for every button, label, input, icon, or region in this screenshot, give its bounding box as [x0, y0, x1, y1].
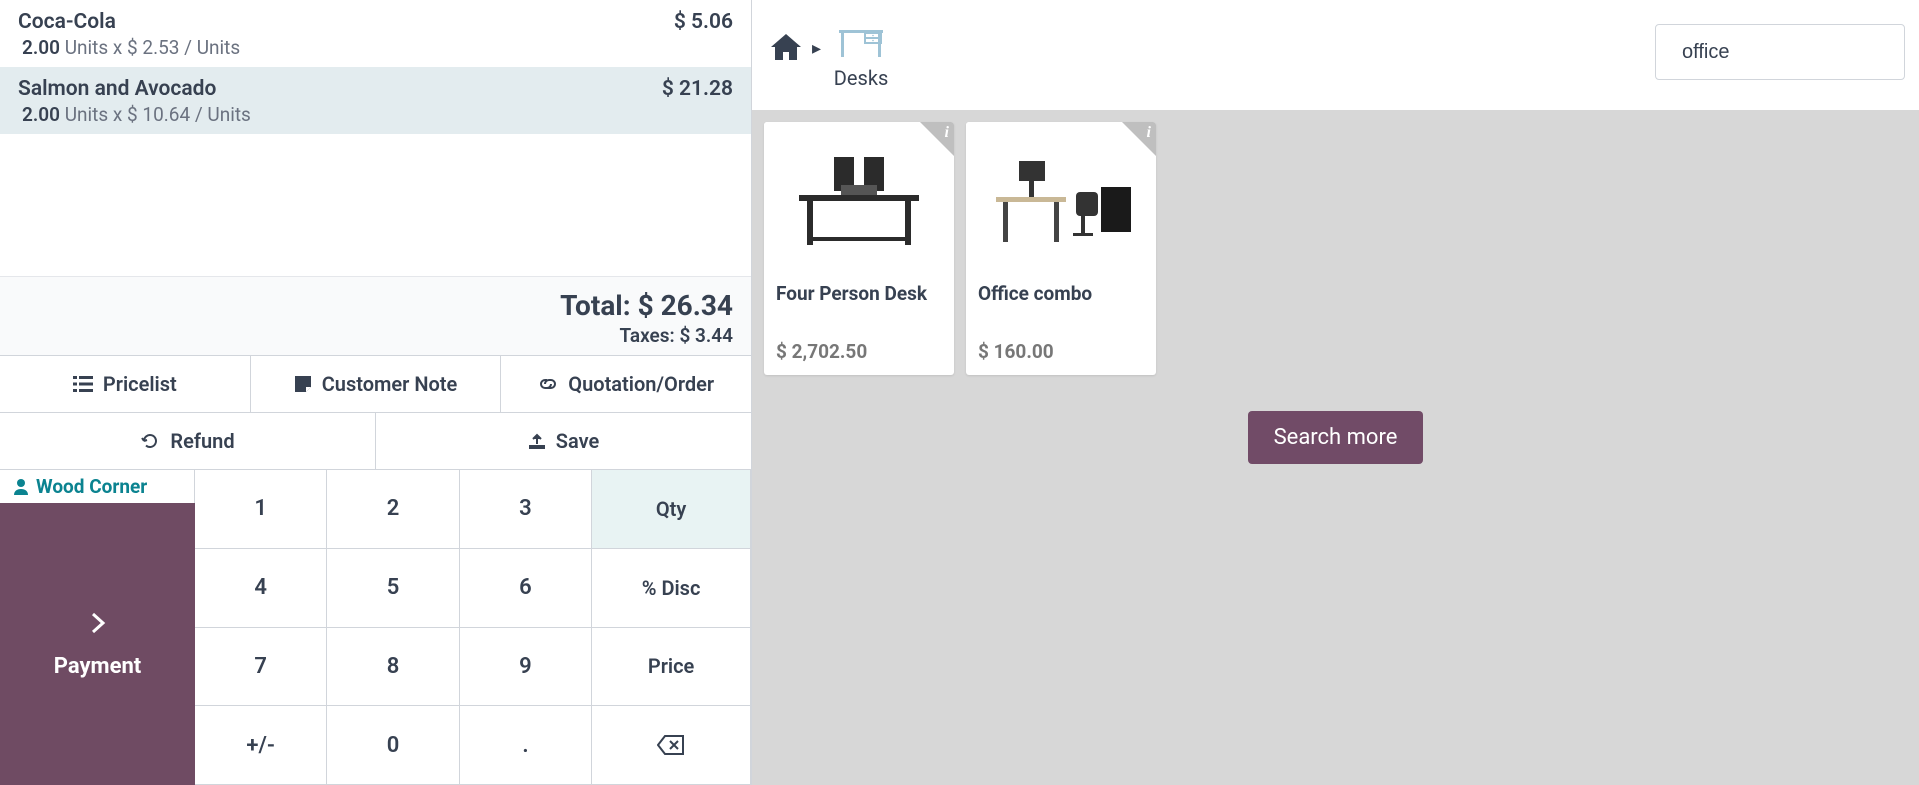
key-qty[interactable]: Qty [592, 470, 751, 549]
key-8[interactable]: 8 [327, 628, 459, 707]
key-2[interactable]: 2 [327, 470, 459, 549]
product-card[interactable]: i Office combo $ 160.00 [966, 122, 1156, 375]
quotation-button[interactable]: Quotation/Order [501, 356, 751, 412]
key-4[interactable]: 4 [195, 549, 327, 628]
home-button[interactable] [766, 10, 806, 62]
taxes-amount: $ 3.44 [679, 324, 733, 347]
category-desks[interactable]: Desks [827, 10, 895, 94]
order-line[interactable]: Salmon and Avocado $ 21.28 2.00 Units x … [0, 67, 751, 134]
info-icon[interactable]: i [1147, 124, 1151, 142]
category-label: Desks [834, 66, 889, 90]
order-lines: Coca-Cola $ 5.06 2.00 Units x $ 2.53 / U… [0, 0, 751, 134]
refund-button[interactable]: Refund [0, 413, 376, 469]
key-6[interactable]: 6 [460, 549, 592, 628]
product-card[interactable]: i Four Person Desk $ 2,702.50 [764, 122, 954, 375]
product-name: Office combo [978, 282, 1144, 332]
key-5[interactable]: 5 [327, 549, 459, 628]
info-icon[interactable]: i [945, 124, 949, 142]
product-price: $ 2,702.50 [776, 340, 942, 363]
home-icon [769, 32, 803, 62]
keypad-area: Wood Corner Payment 1 2 3 Qty 4 5 6 % Di… [0, 469, 751, 785]
total-label: Total: [560, 289, 631, 322]
key-dot[interactable]: . [460, 706, 592, 785]
action-row-2: Refund Save [0, 412, 751, 469]
key-1[interactable]: 1 [195, 470, 327, 549]
note-icon [294, 375, 312, 393]
key-3[interactable]: 3 [460, 470, 592, 549]
undo-icon [140, 431, 160, 451]
desk-icon [833, 14, 889, 62]
order-line-detail: 2.00 Units x $ 10.64 / Units [18, 103, 733, 126]
search-box[interactable] [1655, 24, 1905, 80]
order-line-total: $ 21.28 [662, 77, 733, 101]
key-9[interactable]: 9 [460, 628, 592, 707]
product-header: ▸ Desks [752, 0, 1919, 110]
backspace-icon [657, 735, 685, 755]
pricelist-button[interactable]: Pricelist [0, 356, 251, 412]
keypad: 1 2 3 Qty 4 5 6 % Disc 7 8 9 Price +/- 0… [195, 470, 751, 785]
product-price: $ 160.00 [978, 340, 1144, 363]
save-button[interactable]: Save [376, 413, 751, 469]
total-amount: $ 26.34 [638, 289, 733, 322]
upload-icon [528, 432, 546, 450]
breadcrumb-separator: ▸ [812, 10, 821, 59]
key-7[interactable]: 7 [195, 628, 327, 707]
totals: Total: $ 26.34 Taxes: $ 3.44 [0, 276, 751, 355]
link-icon [538, 375, 558, 393]
action-row-1: Pricelist Customer Note Quotation/Order [0, 355, 751, 412]
search-more-button[interactable]: Search more [1248, 411, 1424, 464]
search-input[interactable] [1682, 41, 1919, 64]
order-line-name: Salmon and Avocado [18, 77, 216, 101]
key-backspace[interactable] [592, 706, 751, 785]
payment-button[interactable]: Payment [0, 503, 195, 785]
order-line-name: Coca-Cola [18, 10, 116, 34]
key-plusminus[interactable]: +/- [195, 706, 327, 785]
customer-button[interactable]: Wood Corner [0, 470, 195, 503]
user-icon [14, 479, 28, 495]
order-line-detail: 2.00 Units x $ 2.53 / Units [18, 36, 733, 59]
taxes-label: Taxes: [620, 324, 675, 347]
product-name: Four Person Desk [776, 282, 942, 332]
customer-note-button[interactable]: Customer Note [251, 356, 502, 412]
key-price[interactable]: Price [592, 628, 751, 707]
order-line-total: $ 5.06 [674, 10, 733, 34]
key-disc[interactable]: % Disc [592, 549, 751, 628]
order-line[interactable]: Coca-Cola $ 5.06 2.00 Units x $ 2.53 / U… [0, 0, 751, 67]
products-grid: i Four Person Desk $ 2,702.50 i Office c… [752, 110, 1919, 476]
chevron-right-icon [85, 610, 111, 636]
order-panel: Coca-Cola $ 5.06 2.00 Units x $ 2.53 / U… [0, 0, 752, 785]
key-0[interactable]: 0 [327, 706, 459, 785]
product-panel: ▸ Desks i Four Perso [752, 0, 1919, 785]
list-icon [73, 375, 93, 393]
